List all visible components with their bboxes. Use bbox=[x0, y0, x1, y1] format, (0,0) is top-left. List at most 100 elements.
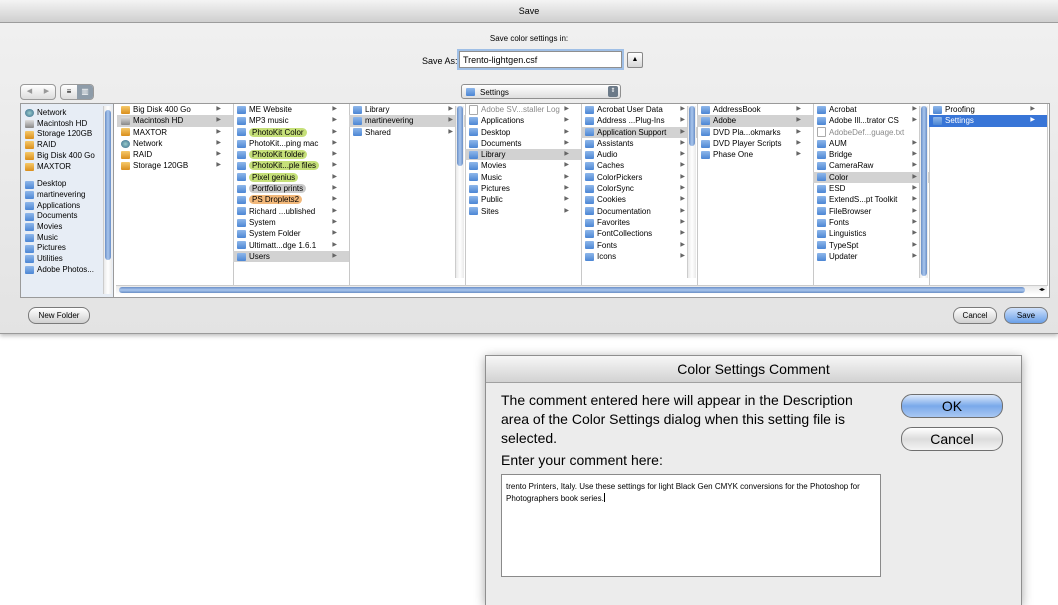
browser-item[interactable]: Desktop ▶ bbox=[465, 127, 581, 138]
new-folder-button[interactable]: New Folder bbox=[28, 307, 90, 324]
browser-item[interactable]: Public ▶ bbox=[465, 194, 581, 205]
browser-item[interactable]: Icons ▶ bbox=[581, 251, 697, 262]
browser-item[interactable]: Sites ▶ bbox=[465, 206, 581, 217]
browser-item[interactable]: Applications ▶ bbox=[465, 115, 581, 126]
browser-item[interactable]: Phase One ▶ bbox=[697, 149, 813, 160]
browser-item[interactable]: Assistants ▶ bbox=[581, 138, 697, 149]
browser-item[interactable]: Storage 120GB ▶ bbox=[117, 160, 233, 171]
browser-item[interactable]: Favorites ▶ bbox=[581, 217, 697, 228]
sidebar-item[interactable]: Macintosh HD bbox=[21, 119, 113, 130]
ok-button[interactable]: OK bbox=[901, 394, 1003, 418]
back-icon[interactable]: ◀ bbox=[21, 85, 38, 99]
browser-item[interactable]: Caches ▶ bbox=[581, 160, 697, 171]
browser-item[interactable]: TypeSpt ▶ bbox=[813, 240, 929, 251]
view-mode-toggle[interactable]: ≡ ▥ bbox=[60, 84, 94, 100]
browser-item[interactable]: Bridge ▶ bbox=[813, 149, 929, 160]
browser-item[interactable]: Portfolio prints ▶ bbox=[233, 183, 349, 194]
browser-item[interactable]: Richard ...ublished ▶ bbox=[233, 206, 349, 217]
browser-item[interactable]: FontCollections ▶ bbox=[581, 228, 697, 239]
browser-item[interactable]: Application Support ▶ bbox=[581, 126, 697, 138]
browser-item[interactable]: Network ▶ bbox=[117, 138, 233, 149]
browser-item[interactable]: FileBrowser ▶ bbox=[813, 206, 929, 217]
browser-item[interactable]: Proofing ▶ bbox=[929, 104, 1047, 115]
scroll-thumb[interactable] bbox=[105, 110, 111, 260]
browser-item[interactable]: DVD Player Scripts ▶ bbox=[697, 138, 813, 149]
browser-item[interactable]: PhotoKit folder ▶ bbox=[233, 149, 349, 160]
sidebar-item[interactable]: Documents bbox=[21, 211, 113, 222]
browser-item[interactable]: martinevering ▶ bbox=[349, 115, 465, 127]
sidebar-item[interactable]: Adobe Photos... bbox=[21, 265, 113, 276]
browser-item[interactable]: ColorSync ▶ bbox=[581, 183, 697, 194]
scroll-thumb[interactable] bbox=[921, 106, 927, 276]
column-view-icon[interactable]: ▥ bbox=[77, 85, 93, 99]
browser-item[interactable]: Adobe ▶ bbox=[697, 115, 813, 127]
browser-item[interactable]: Users ▶ bbox=[233, 250, 349, 263]
browser-item[interactable]: AdobeDef...guage.txt bbox=[813, 127, 929, 138]
column-scrollbar[interactable] bbox=[687, 106, 696, 278]
sidebar-item[interactable]: Music bbox=[21, 233, 113, 244]
browser-item[interactable]: Linguistics ▶ bbox=[813, 228, 929, 239]
scroll-arrows-icon[interactable]: ◂▸ bbox=[1037, 286, 1047, 295]
browser-item[interactable]: PS Droplets2 ▶ bbox=[233, 194, 349, 205]
sidebar-item[interactable]: RAID bbox=[21, 140, 113, 151]
browser-item[interactable]: Ultimatt...dge 1.6.1 ▶ bbox=[233, 240, 349, 251]
collapse-button[interactable]: ▲ bbox=[627, 52, 643, 68]
browser-item[interactable]: Fonts ▶ bbox=[813, 217, 929, 228]
browser-item[interactable]: Library ▶ bbox=[349, 104, 465, 115]
browser-item[interactable]: Color ▶ bbox=[813, 171, 929, 184]
browser-item[interactable]: System ▶ bbox=[233, 217, 349, 228]
scroll-thumb[interactable] bbox=[457, 106, 463, 166]
browser-item[interactable]: Settings ▶ bbox=[929, 115, 1047, 127]
browser-item[interactable]: Audio ▶ bbox=[581, 149, 697, 160]
cancel-button[interactable]: Cancel bbox=[953, 307, 997, 324]
browser-item[interactable]: Macintosh HD ▶ bbox=[117, 115, 233, 127]
browser-item[interactable]: Pictures ▶ bbox=[465, 183, 581, 194]
column-scrollbar[interactable] bbox=[919, 106, 928, 278]
browser-item[interactable]: Address ...Plug-Ins ▶ bbox=[581, 115, 697, 126]
browser-item[interactable]: AddressBook ▶ bbox=[697, 104, 813, 115]
back-forward-buttons[interactable]: ◀ ▶ bbox=[20, 84, 56, 100]
sidebar-item[interactable]: Pictures bbox=[21, 243, 113, 254]
comment-textarea[interactable]: trento Printers, Italy. Use these settin… bbox=[501, 474, 881, 577]
browser-item[interactable]: Adobe SV...staller Log ▶ bbox=[465, 104, 581, 115]
browser-item[interactable]: System Folder ▶ bbox=[233, 228, 349, 239]
browser-item[interactable]: CameraRaw ▶ bbox=[813, 160, 929, 171]
browser-item[interactable]: Acrobat ▶ bbox=[813, 104, 929, 115]
scroll-thumb[interactable] bbox=[689, 106, 695, 146]
browser-item[interactable]: ColorPickers ▶ bbox=[581, 172, 697, 183]
sidebar-item[interactable]: Storage 120GB bbox=[21, 129, 113, 140]
cancel-button[interactable]: Cancel bbox=[901, 427, 1003, 451]
browser-item[interactable]: Music ▶ bbox=[465, 172, 581, 183]
browser-item[interactable]: PhotoKit...ping mac ▶ bbox=[233, 138, 349, 149]
sidebar-item[interactable]: MAXTOR bbox=[21, 162, 113, 173]
browser-item[interactable]: Updater ▶ bbox=[813, 251, 929, 262]
browser-item[interactable]: RAID ▶ bbox=[117, 149, 233, 160]
sidebar-item[interactable]: Utilities bbox=[21, 254, 113, 265]
sidebar-item[interactable]: martinevering bbox=[21, 190, 113, 201]
browser-item[interactable]: MP3 music ▶ bbox=[233, 115, 349, 126]
browser-item[interactable]: Acrobat User Data ▶ bbox=[581, 104, 697, 115]
browser-item[interactable]: Documents ▶ bbox=[465, 138, 581, 149]
forward-icon[interactable]: ▶ bbox=[38, 85, 55, 99]
browser-item[interactable]: Pixel genius ▶ bbox=[233, 172, 349, 183]
browser-item[interactable]: Adobe Ill...trator CS ▶ bbox=[813, 115, 929, 126]
browser-item[interactable]: Cookies ▶ bbox=[581, 194, 697, 205]
horizontal-scrollbar[interactable]: ◂▸ bbox=[116, 285, 1047, 295]
sidebar-scrollbar[interactable] bbox=[103, 106, 112, 294]
sidebar-item[interactable]: Desktop bbox=[21, 179, 113, 190]
browser-item[interactable]: Documentation ▶ bbox=[581, 206, 697, 217]
browser-item[interactable]: Big Disk 400 Go ▶ bbox=[117, 104, 233, 115]
browser-item[interactable]: Library ▶ bbox=[465, 149, 581, 161]
browser-item[interactable]: Movies ▶ bbox=[465, 160, 581, 171]
browser-item[interactable]: PhotoKit Color ▶ bbox=[233, 127, 349, 138]
sidebar-item[interactable]: Applications bbox=[21, 201, 113, 212]
save-as-input[interactable] bbox=[459, 51, 622, 68]
browser-item[interactable]: PhotoKit...ple files ▶ bbox=[233, 160, 349, 171]
sidebar-item[interactable]: Movies bbox=[21, 222, 113, 233]
browser-item[interactable]: ExtendS...pt Toolkit ▶ bbox=[813, 194, 929, 205]
browser-item[interactable]: MAXTOR ▶ bbox=[117, 127, 233, 138]
browser-item[interactable]: Fonts ▶ bbox=[581, 240, 697, 251]
browser-item[interactable]: ME Website ▶ bbox=[233, 104, 349, 115]
sidebar-item[interactable]: Big Disk 400 Go bbox=[21, 151, 113, 162]
save-button[interactable]: Save bbox=[1004, 307, 1048, 324]
